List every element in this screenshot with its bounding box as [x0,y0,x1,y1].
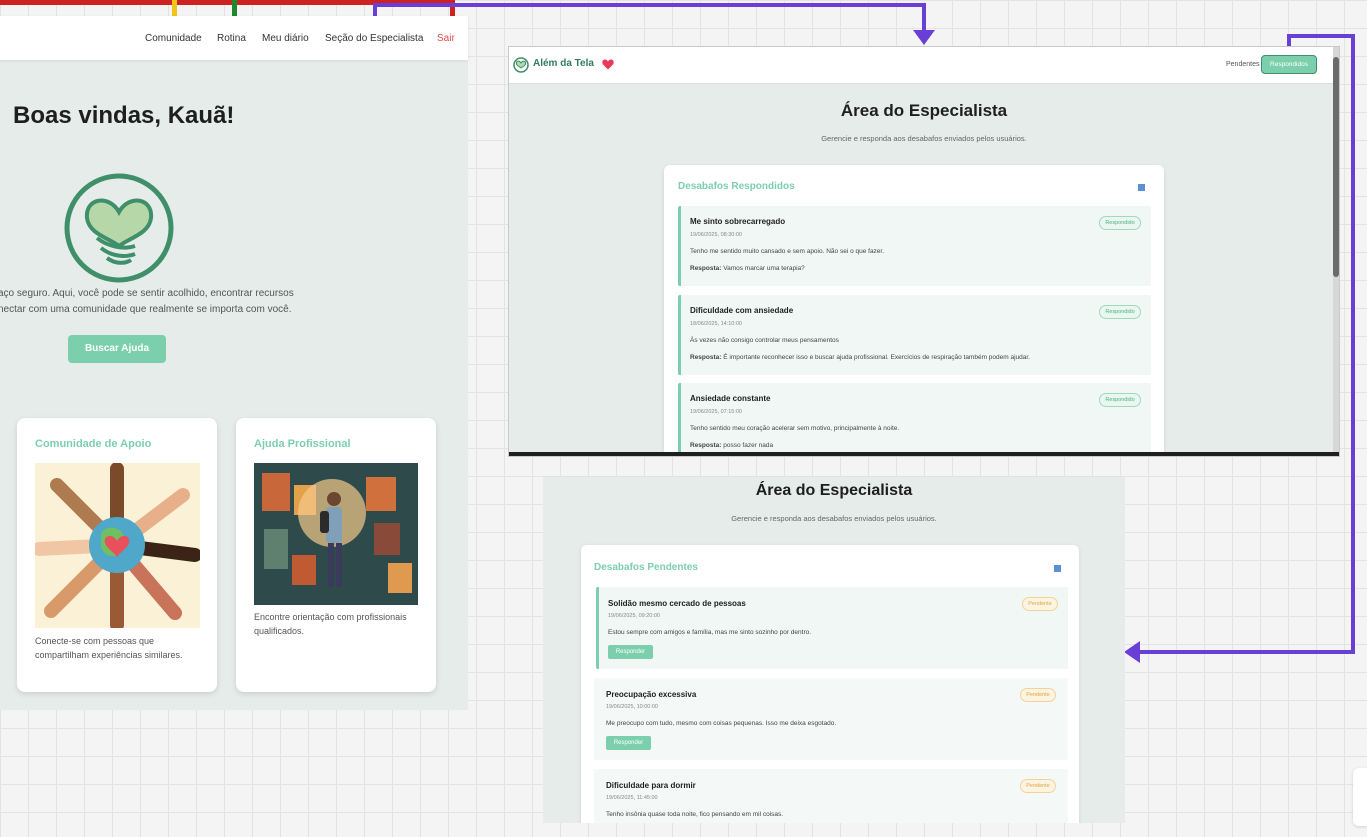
community-illustration [35,463,200,628]
top-nav: Comunidade Rotina Meu diário Seção do Es… [0,16,468,60]
item-response: Resposta: Vamos marcar uma terapia? [690,265,805,272]
heart-icon [602,59,614,70]
arrow-down-icon [913,30,935,45]
card-desc-line-2: qualificados. [254,626,305,636]
card-desc-line-2: compartilham experiências similares. [35,650,183,660]
responder-button[interactable]: Responder [608,645,653,659]
specialist-answered-screen: Além da Tela Pendentes Respondidos Área … [508,46,1340,457]
list-item: Dificuldade para dormir 19/06/2025, 11:4… [594,769,1068,823]
section-title: Área do Especialista [755,482,913,499]
card-desc-line-1: Conecte-se com pessoas que [35,636,155,646]
item-title: Me sinto sobrecarregado [690,217,786,226]
buscar-ajuda-button[interactable]: Buscar Ajuda [68,335,166,363]
card-comunidade[interactable]: Comunidade de Apoio Conecte-se com pesso… [17,418,217,692]
item-date: 18/06/2025, 14:10:00 [690,321,742,327]
professional-illustration [254,463,418,605]
heart-hands-logo [64,173,174,283]
intro-text: aço seguro. Aqui, você pode se sentir ac… [0,286,468,318]
item-text: Tenho me sentido muito cansado e sem apo… [690,248,885,255]
section-title: Área do Especialista [840,101,1008,120]
item-text: Estou sempre com amigos e família, mas m… [608,629,812,636]
response-text: Vamos marcar uma terapia? [723,265,805,272]
item-title: Preocupação excessiva [606,690,697,699]
brand-logo-icon [513,57,529,73]
status-badge: Pendente [1022,597,1058,611]
connector-yellow-mark [172,0,177,16]
nav-sair[interactable]: Sair [437,33,455,44]
panel-title: Desabafos Pendentes [594,562,698,573]
item-text: Me preocupo com tudo, mesmo com coisas p… [606,720,837,727]
response-text: posso fazer nada [723,442,774,449]
item-title: Dificuldade para dormir [606,781,696,790]
nav-meu-diario[interactable]: Meu diário [262,33,309,44]
list-item: Dificuldade com ansiedade 18/06/2025, 14… [678,295,1151,375]
answered-panel: Desabafos Respondidos Me sinto sobrecarr… [664,165,1164,456]
page-title: Boas vindas, Kauã! [13,102,235,129]
item-text: Às vezes não consigo controlar meus pens… [690,337,839,344]
intro-line-2: nectar com uma comunidade que realmente … [0,304,292,315]
item-date: 19/06/2025, 09:20:00 [608,613,660,619]
tab-pendentes[interactable]: Pendentes [1226,61,1259,68]
item-title: Dificuldade com ansiedade [690,306,794,315]
status-badge: Respondido [1099,305,1141,319]
status-badge: Pendente [1020,688,1056,702]
specialist-pending-screen: Área do Especialista Gerencie e responda… [543,477,1125,823]
response-text: É importante reconhecer isso e buscar aj… [723,354,1030,361]
brand-name[interactable]: Além da Tela [533,58,594,69]
connector-purple-h1 [373,3,926,7]
card-title: Comunidade de Apoio [35,438,152,450]
nav-rotina[interactable]: Rotina [217,33,246,44]
list-item: Ansiedade constante 19/06/2025, 07:15:00… [678,383,1151,456]
list-icon[interactable] [1138,184,1145,191]
intro-line-1: aço seguro. Aqui, você pode se sentir ac… [0,288,294,299]
list-item: Me sinto sobrecarregado 19/06/2025, 08:3… [678,206,1151,286]
status-badge: Respondido [1099,393,1141,407]
nav-especialista[interactable]: Seção do Especialista [325,33,423,44]
card-desc-line-1: Encontre orientação com profissionais [254,612,407,622]
list-item: Solidão mesmo cercado de pessoas 19/06/2… [596,587,1068,669]
list-icon[interactable] [1054,565,1061,572]
app-header: Além da Tela Pendentes Respondidos [509,47,1333,84]
connector-purple-v3 [1351,34,1355,654]
section-subtitle: Gerencie e responda aos desabafos enviad… [731,514,937,523]
panel-title: Desabafos Respondidos [678,181,795,192]
status-badge: Respondido [1099,216,1141,230]
section-subtitle: Gerencie e responda aos desabafos enviad… [821,134,1027,143]
response-label: Resposta: [690,442,722,449]
item-response: Resposta: É importante reconhecer isso e… [690,354,1030,361]
item-date: 19/06/2025, 11:45:00 [606,795,658,801]
item-response: Resposta: posso fazer nada [690,442,773,449]
scrollbar[interactable] [1333,47,1339,456]
card-title: Ajuda Profissional [254,438,351,450]
pending-panel: Desabafos Pendentes Solidão mesmo cercad… [581,545,1079,823]
connector-purple-h2 [1287,34,1355,38]
item-date: 19/06/2025, 10:00:00 [606,704,658,710]
item-date: 19/06/2025, 07:15:00 [690,409,742,415]
corner-widget [1353,768,1367,826]
home-screen: Comunidade Rotina Meu diário Seção do Es… [0,16,468,710]
response-label: Resposta: [690,354,722,361]
list-item: Preocupação excessiva 19/06/2025, 10:00:… [594,678,1068,760]
nav-comunidade[interactable]: Comunidade [145,33,202,44]
responder-button[interactable]: Responder [606,736,651,750]
item-text: Tenho insônia quase toda noite, fico pen… [606,811,784,818]
item-text: Tenho sentido meu coração acelerar sem m… [690,425,900,432]
tab-respondidos[interactable]: Respondidos [1261,55,1317,74]
connector-purple-v0 [373,3,377,17]
response-label: Resposta: [690,265,722,272]
taskbar-strip [509,452,1339,456]
item-date: 19/06/2025, 08:30:00 [690,232,742,238]
arrow-left-icon [1124,641,1140,663]
card-ajuda-profissional[interactable]: Ajuda Profissional Encontre orientação c… [236,418,436,692]
connector-green-mark [232,0,237,16]
connector-purple-h3 [1136,650,1355,654]
item-title: Solidão mesmo cercado de pessoas [608,599,746,608]
scrollbar-thumb[interactable] [1333,57,1339,277]
status-badge: Pendente [1020,779,1056,793]
item-title: Ansiedade constante [690,394,771,403]
